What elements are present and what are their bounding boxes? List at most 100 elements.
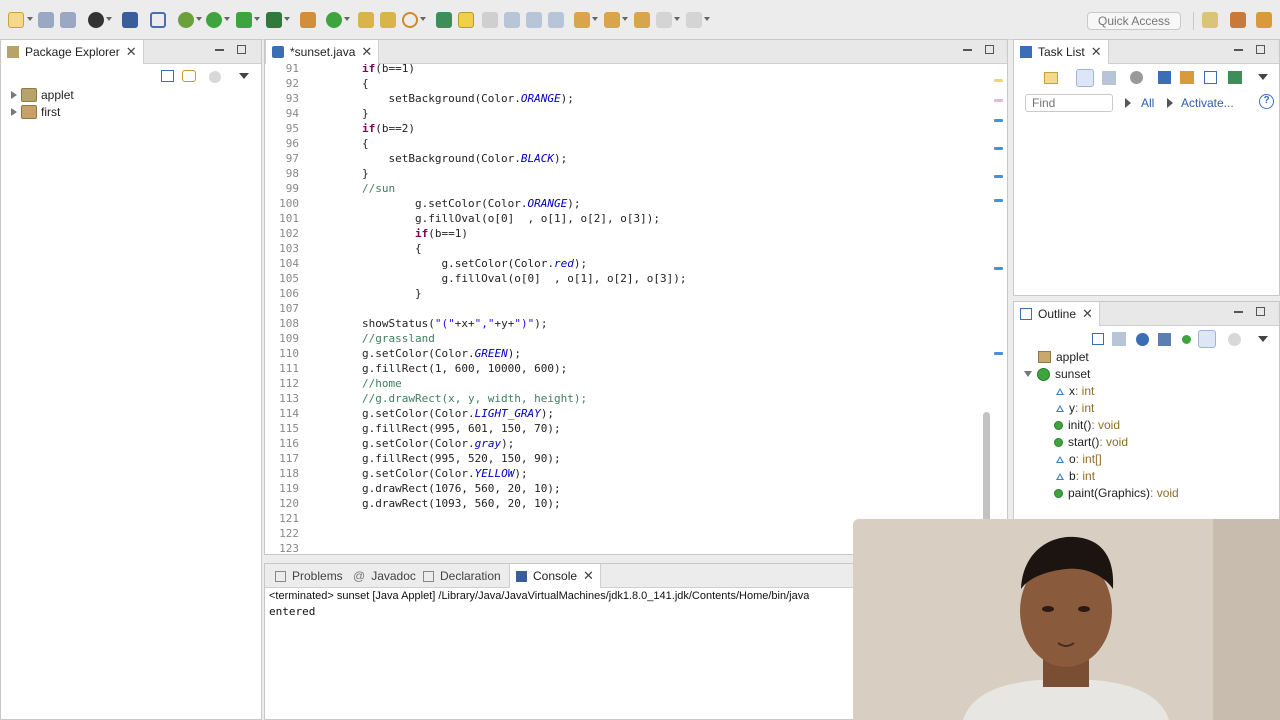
overview-marker[interactable]: [994, 119, 1003, 122]
close-icon[interactable]: ✕: [1091, 44, 1102, 60]
hide-non-public-icon[interactable]: [1182, 335, 1191, 344]
tab-problems[interactable]: Problems: [269, 564, 349, 588]
help-icon[interactable]: ?: [1259, 94, 1274, 109]
maximize-icon[interactable]: [1256, 45, 1265, 54]
overview-marker[interactable]: [994, 99, 1003, 102]
code-line[interactable]: //g.drawRect(x, y, width, height);: [309, 391, 587, 406]
view-menu-icon[interactable]: [239, 73, 249, 79]
code-line[interactable]: g.drawRect(1076, 560, 20, 10);: [309, 481, 561, 496]
new-class-dropdown-caret[interactable]: [344, 17, 350, 21]
code-line[interactable]: }: [309, 286, 422, 301]
code-line[interactable]: g.setColor(Color.gray);: [309, 436, 514, 451]
maximize-icon[interactable]: [1256, 307, 1265, 316]
activate-task-link[interactable]: Activate...: [1181, 96, 1234, 110]
search-icon[interactable]: [402, 12, 418, 28]
overview-marker[interactable]: [994, 199, 1003, 202]
back-dropdown-caret[interactable]: [674, 17, 680, 21]
code-line[interactable]: g.drawRect(1093, 560, 20, 10);: [309, 496, 561, 511]
task-filter-all-link[interactable]: All: [1141, 96, 1154, 110]
close-icon[interactable]: ✕: [1082, 306, 1093, 322]
new-dropdown-caret[interactable]: [27, 17, 33, 21]
outline-member[interactable]: paint(Graphics) : void: [1054, 486, 1179, 500]
pilcrow-icon[interactable]: [548, 12, 564, 28]
overview-marker[interactable]: [994, 79, 1003, 82]
code-line[interactable]: //grassland: [309, 331, 435, 346]
run-dropdown-caret[interactable]: [224, 17, 230, 21]
outline-member[interactable]: init() : void: [1054, 418, 1120, 432]
toggle-breadcrumb-icon[interactable]: [436, 12, 452, 28]
code-line[interactable]: if(b==1): [309, 64, 415, 76]
tab-sunset-java[interactable]: *sunset.java ✕: [265, 40, 380, 64]
external-tools-dropdown-caret[interactable]: [284, 17, 290, 21]
code-line[interactable]: {: [309, 136, 369, 151]
tab-console[interactable]: Console ✕: [509, 564, 601, 588]
outline-item-sunset[interactable]: sunset: [1024, 367, 1090, 381]
code-line[interactable]: g.setColor(Color.ORANGE);: [309, 196, 581, 211]
minimize-icon[interactable]: [1234, 311, 1243, 313]
terminal-icon[interactable]: [122, 12, 138, 28]
word-wrap-icon[interactable]: [504, 12, 520, 28]
code-line[interactable]: }: [309, 166, 369, 181]
back-icon[interactable]: [656, 12, 672, 28]
outline-member[interactable]: x : int: [1054, 384, 1094, 398]
code-line[interactable]: g.fillOval(o[0] , o[1], o[2], o[3]);: [309, 211, 660, 226]
minimize-icon[interactable]: [215, 49, 224, 51]
collapse-all-icon[interactable]: [1204, 71, 1217, 84]
vertical-scrollbar-thumb[interactable]: [983, 412, 990, 522]
expand-arrow-icon[interactable]: [11, 91, 17, 99]
close-icon[interactable]: ✕: [361, 44, 372, 60]
code-line[interactable]: g.setColor(Color.LIGHT_GRAY);: [309, 406, 554, 421]
skip-breakpoints-icon[interactable]: [150, 12, 166, 28]
new-java-package-icon[interactable]: [300, 12, 316, 28]
tab-javadoc[interactable]: @ Javadoc: [347, 564, 422, 588]
external-tools-icon[interactable]: [266, 12, 282, 28]
code-area[interactable]: 91 if(b==1) 92 {93 setBackground(Color.OR…: [265, 64, 985, 554]
new-java-class-icon[interactable]: [326, 12, 342, 28]
code-line[interactable]: g.setColor(Color.GREEN);: [309, 346, 521, 361]
outline-member[interactable]: start() : void: [1054, 435, 1128, 449]
sort-icon[interactable]: [1112, 332, 1126, 346]
link-editor-icon[interactable]: [1228, 333, 1241, 346]
close-icon[interactable]: ✕: [126, 44, 137, 60]
mark-occurrences-icon[interactable]: [458, 12, 474, 28]
debug-dropdown-caret[interactable]: [196, 17, 202, 21]
code-line[interactable]: g.fillOval(o[0] , o[1], o[2], o[3]);: [309, 271, 686, 286]
show-whitespace-icon[interactable]: [526, 12, 542, 28]
code-line[interactable]: showStatus("("+x+","+y+")");: [309, 316, 548, 331]
new-icon[interactable]: [8, 12, 24, 28]
java-perspective-icon[interactable]: [1256, 12, 1272, 28]
save-all-icon[interactable]: [60, 12, 76, 28]
java-ee-perspective-icon[interactable]: [1230, 12, 1246, 28]
prev-annotation-icon[interactable]: [604, 12, 620, 28]
code-line[interactable]: g.fillRect(995, 520, 150, 90);: [309, 451, 561, 466]
minimize-icon[interactable]: [963, 49, 972, 51]
tab-declaration[interactable]: Declaration: [417, 564, 507, 588]
open-perspective-icon[interactable]: [1202, 12, 1218, 28]
tree-item-applet[interactable]: applet: [11, 88, 74, 102]
quick-access-input[interactable]: [1087, 12, 1181, 30]
save-icon[interactable]: [38, 12, 54, 28]
maximize-icon[interactable]: [985, 45, 994, 54]
expand-arrow-icon[interactable]: [11, 108, 17, 116]
forward-dropdown-caret[interactable]: [704, 17, 710, 21]
overview-marker[interactable]: [994, 147, 1003, 150]
link-icon[interactable]: [1228, 71, 1242, 84]
synchronize-icon[interactable]: [1180, 71, 1194, 84]
minimize-icon[interactable]: [1234, 49, 1243, 51]
outline-item-applet[interactable]: applet: [1038, 350, 1089, 364]
coverage-dropdown-caret[interactable]: [254, 17, 260, 21]
code-line[interactable]: if(b==1): [309, 226, 468, 241]
maximize-icon[interactable]: [237, 45, 246, 54]
code-line[interactable]: {: [309, 241, 422, 256]
code-line[interactable]: if(b==2): [309, 121, 415, 136]
debug-icon[interactable]: [178, 12, 194, 28]
hide-static-icon[interactable]: [1158, 333, 1171, 346]
next-annotation-caret[interactable]: [592, 17, 598, 21]
close-icon[interactable]: ✕: [583, 568, 594, 584]
next-annotation-icon[interactable]: [574, 12, 590, 28]
view-menu-icon[interactable]: [1258, 74, 1268, 80]
run-icon[interactable]: [206, 12, 222, 28]
focus-icon[interactable]: [209, 71, 221, 83]
prev-annotation-caret[interactable]: [622, 17, 628, 21]
search-dropdown-caret[interactable]: [420, 17, 426, 21]
